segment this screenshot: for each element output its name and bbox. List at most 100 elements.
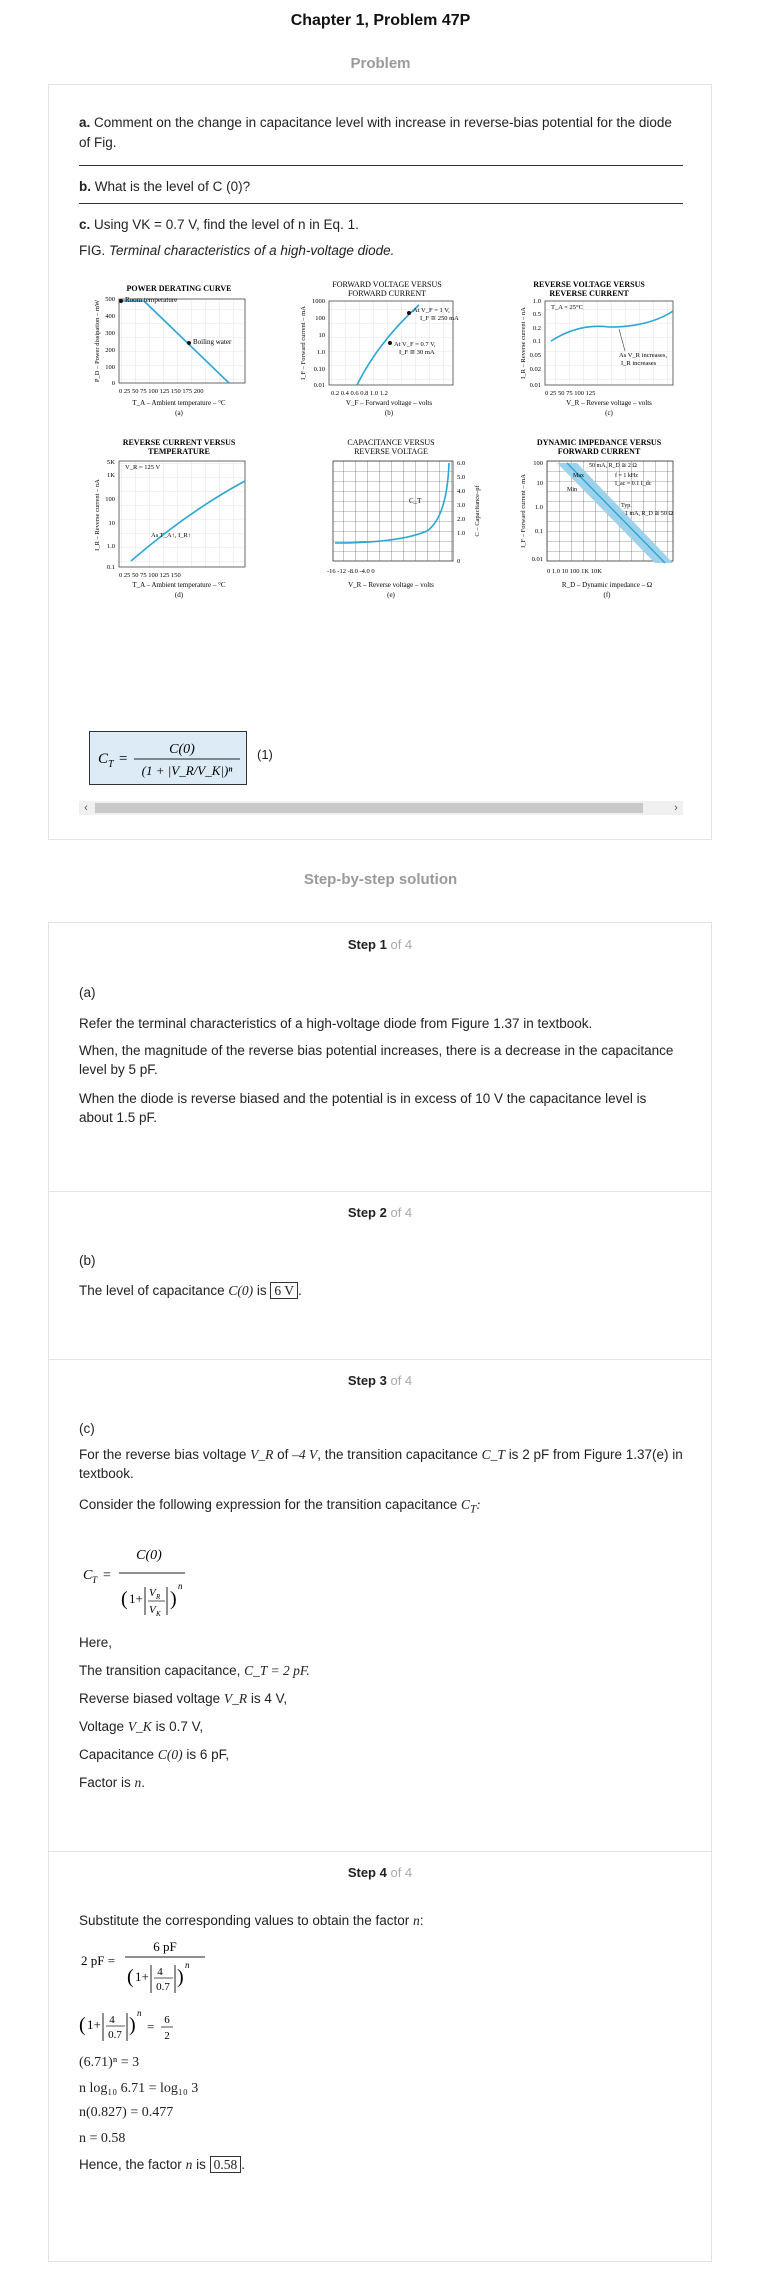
step-1-part: (a) xyxy=(79,985,96,1000)
step-count: of 4 xyxy=(390,1373,413,1388)
panel-d-reverse-current-temp: REVERSE CURRENT VERSUS TEMPERATURE V_R =… xyxy=(94,438,246,599)
svg-text:2 pF =: 2 pF = xyxy=(81,1953,115,1968)
step-divider xyxy=(49,1359,711,1360)
panel-b-ytick: 1.0 xyxy=(317,349,325,356)
panel-c-ytick: 0.2 xyxy=(533,325,541,332)
step-3-line-3-end: is 0.7 V, xyxy=(155,1719,204,1734)
step-3-line-3-math: V_K xyxy=(127,1719,152,1734)
panel-f-ytick: 1.0 xyxy=(535,504,543,511)
svg-text:1+: 1+ xyxy=(135,1969,149,1984)
svg-text:n: n xyxy=(137,2008,142,2018)
divider xyxy=(79,203,683,204)
figure-caption: FIG. Terminal characteristics of a high-… xyxy=(79,241,683,261)
svg-text:(1 + |V_R/V_K|)ⁿ: (1 + |V_R/V_K|)ⁿ xyxy=(142,763,234,778)
panel-d-title: REVERSE CURRENT VERSUS xyxy=(123,438,236,447)
diode-characteristics-figure: POWER DERATING CURVE Room temperature Bo… xyxy=(94,281,674,599)
step-3-math-ct2: CT: xyxy=(460,1497,481,1516)
panel-b-annotation-250ma: I_F ≅ 250 mA xyxy=(420,315,459,322)
fig-label: FIG. xyxy=(79,243,106,258)
step-3-formula: C T = C(0) ( 1+ VR VK ) n xyxy=(83,1548,185,1618)
scroll-left-icon[interactable]: ‹ xyxy=(79,801,93,815)
svg-text:): ) xyxy=(170,1588,177,1610)
step-3-text-1a: For the reverse bias voltage xyxy=(79,1447,247,1462)
svg-text:(: ( xyxy=(127,1966,134,1988)
step-3-line-5-end: . xyxy=(141,1775,146,1790)
svg-text:0.7: 0.7 xyxy=(156,1981,170,1993)
step-3-header: Step 3 of 4 xyxy=(49,1373,711,1388)
panel-d-ytick: 0.1 xyxy=(107,564,115,571)
step-4-eq-3: (6.71)ⁿ = 3 xyxy=(79,2055,140,2070)
panel-b-title: FORWARD VOLTAGE VERSUS xyxy=(332,281,441,289)
step-2-text-is: is xyxy=(256,1283,267,1298)
panel-c-ytick: 0.05 xyxy=(530,352,541,359)
horizontal-scrollbar[interactable]: ‹ › xyxy=(79,801,683,815)
panel-d-annotation-ta: As T_A↑, I_R↑ xyxy=(151,532,191,539)
panel-c-ytick: 1.0 xyxy=(533,298,541,305)
panel-d-ytick: 5K xyxy=(107,459,115,466)
panel-c-ytick: 0.1 xyxy=(533,338,541,345)
step-2-part: (b) xyxy=(79,1253,96,1268)
panel-f-annotation-50ma: 50 mA, R_D ≅ 2 Ω xyxy=(589,463,637,469)
panel-b-ytick: 0.01 xyxy=(314,382,325,389)
svg-text:C(0): C(0) xyxy=(136,1548,162,1563)
panel-b-ytick: 10 xyxy=(319,332,326,339)
scroll-right-icon[interactable]: › xyxy=(669,801,683,815)
panel-c-ylabel: I_R – Reverse current – nA xyxy=(520,307,527,379)
problem-card: a. Comment on the change in capacitance … xyxy=(48,84,712,840)
step-3-line-4-end: is 6 pF, xyxy=(186,1747,230,1762)
problem-heading: Problem xyxy=(350,55,411,72)
panel-c-reverse-voltage: REVERSE VOLTAGE VERSUS REVERSE CURRENT T… xyxy=(520,281,674,417)
panel-a-annotation-boiling: Boiling water xyxy=(193,338,232,346)
panel-b-xticks: 0.2 0.4 0.6 0.8 1.0 1.2 xyxy=(331,390,388,397)
part-a-text: Comment on the change in capacitance lev… xyxy=(79,115,672,150)
step-3-line-5: Factor is n. xyxy=(79,1773,683,1792)
step-3-math-vr: V_R xyxy=(250,1447,274,1462)
panel-e-title: CAPACITANCE VERSUS xyxy=(347,438,434,447)
step-1-header: Step 1 of 4 xyxy=(49,937,711,952)
panel-c-annotation-ir: I_R increases xyxy=(621,360,657,367)
page-title: Chapter 1, Problem 47P xyxy=(290,12,471,29)
panel-a-ytick: 300 xyxy=(105,330,115,337)
panel-e-tag: (e) xyxy=(387,591,395,599)
step-4-header: Step 4 of 4 xyxy=(49,1865,711,1880)
scrollbar-thumb[interactable] xyxy=(95,803,643,813)
step-2-math-c0: C(0) xyxy=(228,1283,254,1298)
svg-text:n: n xyxy=(185,1960,190,1970)
panel-c-ytick: 0.02 xyxy=(530,366,541,373)
step-4-eq-6: n = 0.58 xyxy=(79,2131,126,2146)
svg-text:C(0): C(0) xyxy=(169,742,195,757)
panel-c-annotation-ta: T_A = 25°C xyxy=(551,304,583,311)
svg-text:(: ( xyxy=(121,1588,128,1610)
solution-card: Step 1 of 4 (a) Refer the terminal chara… xyxy=(48,922,712,2262)
svg-text:n: n xyxy=(178,1581,183,1591)
step-3-text-1: For the reverse bias voltage V_R of –4 V… xyxy=(79,1445,683,1483)
step-4-final-is: is xyxy=(196,2157,206,2172)
panel-c-annotation-vr: As V_R increases, xyxy=(619,352,667,359)
panel-f-ylabel: I_F – Forward current – mA xyxy=(520,474,527,548)
panel-f-xticks: 0 1.0 10 100 1K 10K xyxy=(547,568,602,575)
step-label: Step 2 xyxy=(347,1205,387,1220)
question-a: a. Comment on the change in capacitance … xyxy=(79,113,683,153)
svg-text:1+: 1+ xyxy=(87,2017,101,2032)
panel-d-ytick: 10 xyxy=(109,520,116,527)
equation-1-box: C T = C(0) (1 + |V_R/V_K|)ⁿ xyxy=(89,731,247,785)
panel-d-ytick: 100 xyxy=(105,496,115,503)
panel-b-xlabel: V_F – Forward voltage – volts xyxy=(346,399,432,407)
part-b-label: b. xyxy=(79,179,91,194)
step-3-text-2a: Consider the following expression for th… xyxy=(79,1497,458,1512)
step-3-line-5-text: Factor is xyxy=(79,1775,131,1790)
panel-f-annotation-1ma: 1 mA, R_D ≅ 50 Ω xyxy=(625,511,673,517)
svg-text:6 pF: 6 pF xyxy=(153,1939,176,1954)
step-2-text-a: The level of capacitance xyxy=(79,1283,225,1298)
panel-e-xlabel: V_R – Reverse voltage – volts xyxy=(348,581,434,589)
panel-b-ytick: 100 xyxy=(315,315,325,322)
panel-a-tag: (a) xyxy=(175,409,183,417)
step-3-line-4: Capacitance C(0) is 6 pF, xyxy=(79,1745,683,1764)
part-b-text: What is the level of C (0)? xyxy=(94,179,251,194)
panel-e-ytick: 2.0 xyxy=(457,516,465,523)
svg-text:=: = xyxy=(118,751,128,767)
step-3-line-2-math: V_R xyxy=(223,1691,248,1706)
step-3-text-1b: of xyxy=(277,1447,289,1462)
panel-f-annotation-min: Min xyxy=(567,487,577,493)
panel-f-dynamic-impedance: DYNAMIC IMPEDANCE VERSUS FORWARD CURRENT… xyxy=(520,438,674,599)
